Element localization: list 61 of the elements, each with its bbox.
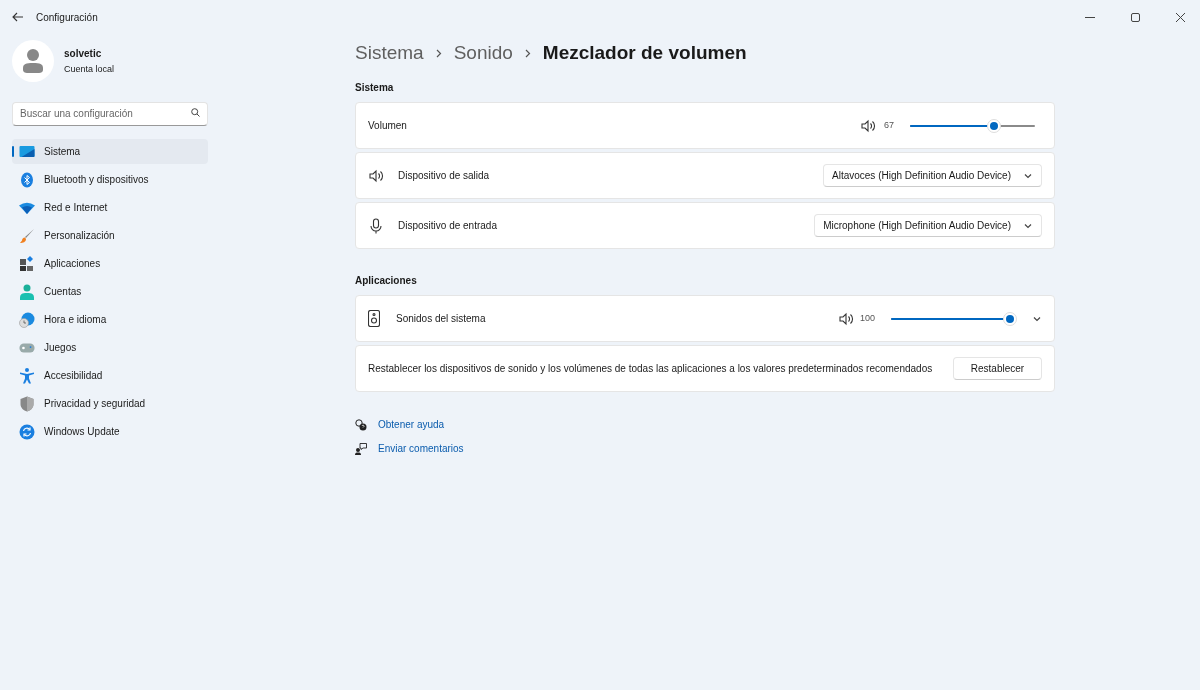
microphone-icon	[370, 217, 382, 234]
refresh-icon	[19, 423, 35, 440]
wifi-icon	[19, 201, 35, 214]
sidebar-item[interactable]: Privacidad y seguridad	[12, 391, 208, 416]
speaker-icon	[860, 117, 876, 134]
window-title: Configuración	[36, 10, 98, 25]
slider-thumb[interactable]	[1003, 311, 1017, 326]
device-dropdown[interactable]: Microphone (High Definition Audio Device)	[814, 214, 1042, 237]
breadcrumb-item[interactable]: Sistema	[355, 38, 424, 68]
sidebar-item[interactable]: Cuentas	[12, 279, 208, 304]
person-icon	[20, 283, 34, 300]
account-type: Cuenta local	[64, 62, 115, 76]
sidebar-item[interactable]: Sistema	[12, 139, 208, 164]
sidebar-item[interactable]: Personalización	[12, 223, 208, 248]
reset-button[interactable]: Restablecer	[953, 357, 1042, 380]
sidebar-item[interactable]: Juegos	[12, 335, 208, 360]
maximize-icon[interactable]	[1131, 12, 1140, 22]
speaker-icon	[368, 167, 384, 184]
monitor-icon	[19, 144, 35, 159]
sidebar-item[interactable]: Hora e idioma	[12, 307, 208, 332]
slider-thumb[interactable]	[986, 118, 1001, 133]
sidebar-item[interactable]: Red e Internet	[12, 195, 208, 220]
close-icon[interactable]	[1176, 12, 1185, 22]
chevron-right-icon	[435, 48, 442, 58]
back-arrow-icon[interactable]	[12, 12, 24, 22]
volume-reading: 100	[859, 311, 875, 325]
apps-icon	[19, 255, 35, 272]
account-name: solvetic	[64, 46, 103, 61]
feedback-person-icon	[355, 442, 367, 455]
selection-indicator	[12, 146, 14, 157]
accessibility-icon	[20, 367, 34, 384]
help-person-icon	[355, 418, 367, 431]
person-silhouette-icon	[23, 49, 43, 73]
minimize-icon[interactable]	[1085, 16, 1095, 18]
app-name: Sonidos del sistema	[396, 312, 487, 326]
setting-label: Volumen	[368, 119, 408, 133]
section-heading: Sistema	[355, 81, 395, 95]
reset-description: Restablecer los dispositivos de sonido y los volúmenes de todas las aplicaciones a los valores predeterminados recomendados	[368, 362, 934, 376]
speaker-device-icon	[368, 310, 380, 327]
sidebar-item[interactable]: Accesibilidad	[12, 363, 208, 388]
link[interactable]: Obtener ayuda	[378, 417, 445, 432]
volume-reading: 67	[884, 118, 894, 132]
sidebar-item[interactable]: Aplicaciones	[12, 251, 208, 276]
sidebar-item[interactable]: Windows Update	[12, 419, 208, 444]
sidebar-item[interactable]: Bluetooth y dispositivos	[12, 167, 208, 192]
setting-label: Dispositivo de entrada	[398, 219, 498, 233]
search-field[interactable]: Buscar una configuración	[12, 101, 208, 126]
link[interactable]: Enviar comentarios	[378, 441, 464, 456]
device-dropdown[interactable]: Altavoces (High Definition Audio Device)	[823, 164, 1042, 187]
gamepad-icon	[19, 341, 35, 354]
breadcrumb-item[interactable]: Sonido	[453, 38, 513, 68]
breadcrumb-item: Mezclador de volumen	[542, 40, 747, 65]
search-icon	[191, 108, 200, 117]
globe-clock-icon	[19, 311, 35, 328]
setting-label: Dispositivo de salida	[398, 169, 491, 183]
shield-icon	[20, 395, 34, 412]
paintbrush-icon	[19, 227, 35, 244]
chevron-right-icon	[524, 48, 531, 58]
speaker-icon	[837, 310, 854, 327]
bluetooth-icon	[20, 171, 34, 188]
section-heading: Aplicaciones	[355, 274, 418, 288]
